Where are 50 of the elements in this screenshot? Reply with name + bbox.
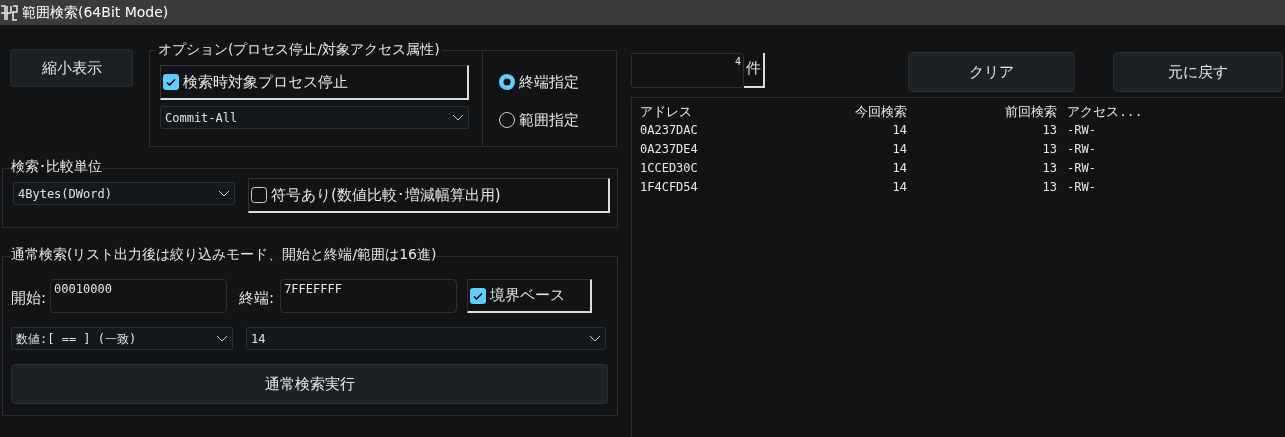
- range-mode-radio[interactable]: 終端指定: [499, 71, 579, 94]
- table-cell-text: 13: [1041, 179, 1057, 196]
- table-cell-text: 1CCED30C: [640, 160, 699, 177]
- column-header[interactable]: アドレス: [640, 102, 780, 121]
- count-unit-label: 件: [744, 53, 765, 88]
- column-header[interactable]: 今回検索: [780, 102, 907, 121]
- end-address-field[interactable]: 7FFEFFFF: [280, 279, 458, 313]
- chevron-down-icon: [452, 113, 464, 122]
- app-icon: [0, 3, 18, 22]
- checkbox-checked-icon: [163, 74, 179, 90]
- access-filter-dropdown[interactable]: Commit-All: [160, 106, 469, 129]
- table-cell-text: -RW-: [1066, 141, 1097, 158]
- start-address-field[interactable]: 00010000: [50, 279, 228, 313]
- result-count-field: 4: [631, 53, 744, 88]
- range-mode-radio[interactable]: 範囲指定: [499, 108, 579, 131]
- unit-size-dropdown[interactable]: 4Bytes(DWord): [13, 182, 235, 205]
- table-cell-text: 14: [891, 160, 907, 177]
- table-cell-text: 0A237DAC: [640, 122, 699, 139]
- chevron-down-icon: [218, 189, 230, 198]
- condition-dropdown[interactable]: 数値:[ == ] (一致): [11, 327, 233, 350]
- value-dropdown[interactable]: 14: [246, 327, 606, 350]
- table-cell-text: -RW-: [1066, 179, 1097, 196]
- chevron-down-icon: [216, 334, 228, 343]
- table-cell-text: -RW-: [1066, 160, 1097, 177]
- table-cell-text: 14: [891, 141, 907, 158]
- undo-button[interactable]: 元に戻す: [1113, 52, 1283, 92]
- start-label: 開始:: [11, 288, 47, 309]
- table-cell-text: 0A237DE4: [640, 141, 699, 158]
- window-title: 範囲検索(64Bit Mode): [22, 3, 169, 22]
- table-cell-text: 13: [1041, 122, 1057, 139]
- table-cell-text: 14: [891, 179, 907, 196]
- group-label: 通常検索(リスト出力後は絞り込みモード、開始と終端/範囲は16進): [11, 245, 437, 263]
- clear-button[interactable]: クリア: [908, 52, 1075, 92]
- table-cell-text: 13: [1041, 160, 1057, 177]
- checkbox-icon: [251, 187, 267, 203]
- radio-icon: [499, 111, 515, 128]
- table-cell-text: 14: [891, 122, 907, 139]
- end-label: 終端:: [239, 288, 275, 309]
- column-header[interactable]: アクセス...: [1057, 102, 1177, 121]
- chevron-down-icon: [589, 334, 601, 343]
- run-search-button[interactable]: 通常検索実行: [11, 364, 608, 404]
- checkbox-checked-icon: [470, 287, 487, 304]
- column-header[interactable]: 前回検索: [907, 102, 1057, 121]
- table-cell-text: 13: [1041, 141, 1057, 158]
- table-cell-text: 1F4CFD54: [640, 179, 699, 196]
- radio-selected-icon: [499, 74, 515, 91]
- group-label: 検索･比較単位: [11, 157, 102, 175]
- shrink-view-button[interactable]: 縮小表示: [10, 49, 133, 87]
- group-label: オプション(プロセス停止/対象アクセス属性): [156, 40, 442, 58]
- table-cell-text: -RW-: [1066, 122, 1097, 139]
